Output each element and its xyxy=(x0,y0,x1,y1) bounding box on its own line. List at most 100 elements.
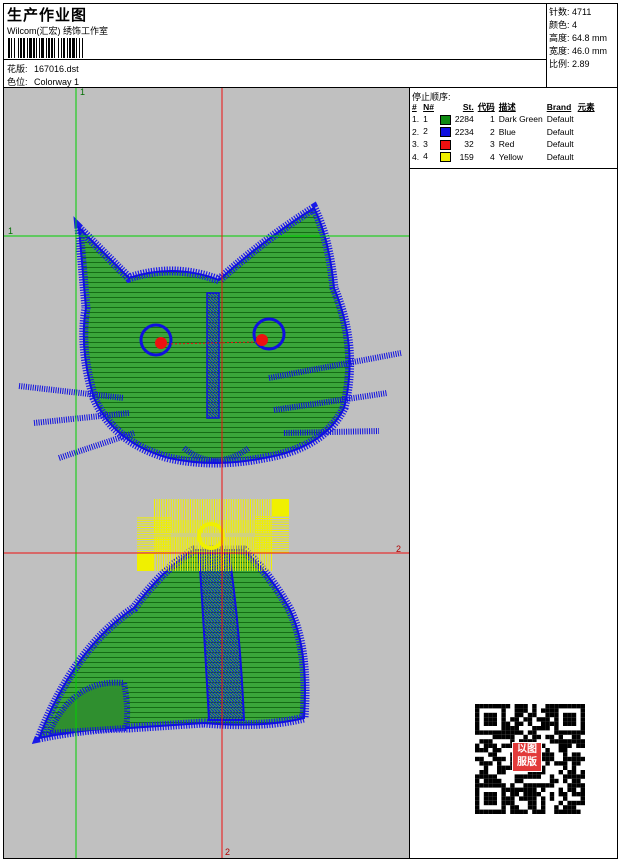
qr-module xyxy=(567,743,572,748)
qr-module xyxy=(475,787,480,792)
qr-module xyxy=(576,792,581,797)
qr-module xyxy=(554,708,559,713)
qr-module xyxy=(514,704,519,709)
qr-module xyxy=(571,778,577,784)
qr-module xyxy=(483,809,489,814)
qr-module xyxy=(536,783,541,788)
row-element xyxy=(576,151,597,164)
qr-module xyxy=(510,734,515,740)
qr-module xyxy=(558,770,563,775)
row-desc: Dark Green xyxy=(498,114,543,125)
qr-module xyxy=(501,765,506,770)
guide-label-v2: 2 xyxy=(225,847,231,857)
qr-module xyxy=(549,792,555,797)
qr-module xyxy=(519,712,524,718)
qr-module xyxy=(501,770,506,775)
stat-colors: 颜色: 4 xyxy=(549,18,577,31)
qr-module xyxy=(554,721,559,726)
qr-module xyxy=(558,730,563,735)
qr-module xyxy=(563,748,568,753)
row-element xyxy=(576,126,597,139)
color-row: 4. 4 159 4 Yellow Default xyxy=(410,151,597,164)
barcode xyxy=(8,38,132,58)
qr-module xyxy=(523,796,528,801)
qr-module xyxy=(505,721,511,726)
qr-module xyxy=(523,809,528,814)
qr-module xyxy=(492,704,497,709)
qr-module xyxy=(510,717,515,722)
qr-module xyxy=(527,712,533,718)
qr-module xyxy=(492,734,497,740)
qr-module xyxy=(514,730,519,735)
qr-module xyxy=(479,748,484,753)
qr-module xyxy=(475,796,480,801)
qr-module xyxy=(558,800,563,806)
qr-module xyxy=(488,752,493,757)
stat-value: 64.8 mm xyxy=(572,33,608,43)
qr-module xyxy=(580,774,585,779)
qr-module xyxy=(501,708,506,713)
qr-module xyxy=(514,726,519,731)
qr-module xyxy=(563,761,568,766)
stat-value: 4711 xyxy=(572,7,592,17)
qr-module xyxy=(536,774,541,779)
qr-module xyxy=(492,809,497,814)
right-eye-pupil xyxy=(256,334,268,346)
stat-scale: 比例: 2.89 xyxy=(549,57,590,70)
qr-module xyxy=(527,787,533,792)
qr-module xyxy=(523,774,528,779)
qr-module xyxy=(532,800,537,806)
qr-module xyxy=(554,739,559,744)
qr-module xyxy=(563,756,568,762)
qr-module xyxy=(488,730,493,735)
row-code: 2 xyxy=(490,126,495,137)
qr-module xyxy=(580,756,585,762)
qr-module xyxy=(567,774,572,779)
row-stitches: 159 xyxy=(459,151,474,162)
qr-module xyxy=(571,792,577,797)
qr-module xyxy=(532,730,537,735)
qr-module xyxy=(519,796,524,801)
qr-module xyxy=(532,712,537,718)
design-file-value: 167016.dst xyxy=(34,64,79,74)
color-row: 3. 3 32 3 Red Default xyxy=(410,138,597,151)
qr-module xyxy=(505,800,511,806)
guide-label-h1: 1 xyxy=(8,226,14,236)
qr-module xyxy=(541,783,546,788)
qr-module xyxy=(567,756,572,762)
qr-module xyxy=(475,717,480,722)
qr-module xyxy=(505,787,511,792)
stamp-line-1: 以图 xyxy=(517,744,537,755)
qr-module xyxy=(479,809,484,814)
qr-module xyxy=(558,809,563,814)
qr-module xyxy=(567,712,572,718)
qr-module xyxy=(483,739,489,744)
qr-module xyxy=(576,774,581,779)
qr-module xyxy=(563,739,568,744)
stat-label: 针数: xyxy=(549,7,570,17)
qr-module xyxy=(571,756,577,762)
colorway-label: 色位: xyxy=(7,77,28,87)
qr-module xyxy=(527,800,533,806)
qr-module xyxy=(532,708,537,713)
qr-module xyxy=(558,748,563,753)
row-element xyxy=(576,138,597,151)
guide-label-v1: 1 xyxy=(80,88,86,97)
qr-module xyxy=(497,730,502,735)
qr-module xyxy=(541,805,546,810)
row-n: 1 xyxy=(421,113,453,126)
qr-module xyxy=(501,712,506,718)
color-row: 1. 1 2284 1 Dark Green Default xyxy=(410,113,597,126)
qr-module xyxy=(580,743,585,748)
qr-module xyxy=(505,730,511,735)
qr-module xyxy=(580,721,585,726)
qr-module xyxy=(563,805,568,810)
row-n: 2 xyxy=(421,126,453,139)
color-swatch xyxy=(439,152,451,163)
qr-module xyxy=(492,752,497,757)
qr-module xyxy=(563,712,568,718)
row-brand: Default xyxy=(546,151,574,162)
qr-module xyxy=(510,726,515,731)
qr-module xyxy=(501,800,506,806)
qr-module xyxy=(505,704,511,709)
